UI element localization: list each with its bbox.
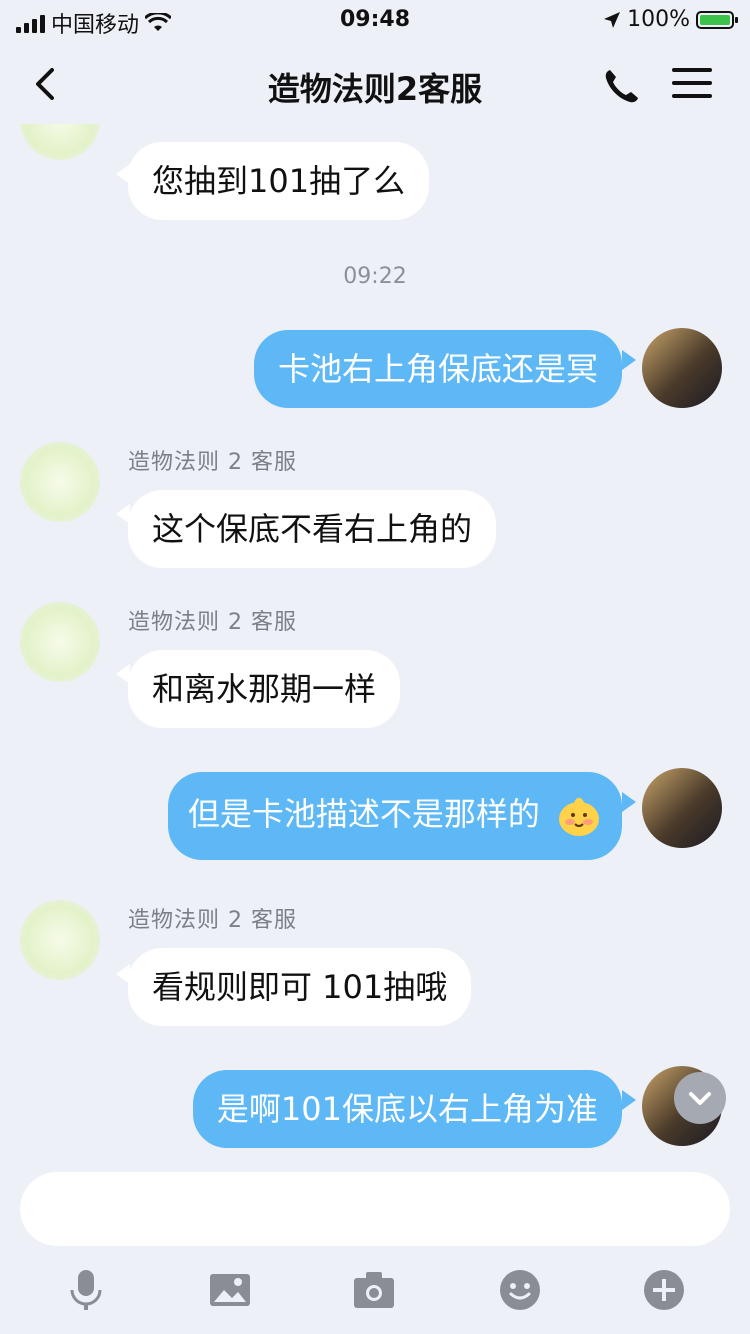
message-bubble[interactable]: 和离水那期一样 — [128, 650, 401, 729]
message-bubble[interactable]: 是啊101保底以右上角为准 — [192, 1070, 622, 1149]
message-text: 这个保底不看右上角的 — [152, 510, 473, 548]
camera-icon[interactable] — [350, 1266, 398, 1314]
message-input[interactable] — [20, 1172, 730, 1246]
message-bubble[interactable]: 但是卡池描述不是那样的 — [167, 772, 622, 860]
location-arrow-icon — [604, 11, 621, 28]
user-avatar[interactable] — [642, 328, 722, 408]
battery-percent: 100% — [627, 7, 690, 32]
image-icon[interactable] — [206, 1266, 254, 1314]
status-bar: 中国移动 09:48 100% — [0, 0, 750, 40]
message-text: 卡池右上角保底还是冥 — [277, 350, 598, 388]
plus-icon[interactable] — [640, 1266, 688, 1314]
message-text: 看规则即可 101抽哦 — [152, 968, 448, 1006]
chevron-down-icon — [689, 1092, 711, 1105]
nav-bar: 造物法则2客服 — [0, 44, 750, 124]
microphone-icon[interactable] — [62, 1266, 110, 1314]
user-avatar[interactable] — [642, 768, 722, 848]
cs-avatar[interactable] — [20, 602, 100, 682]
message-text: 和离水那期一样 — [152, 670, 377, 708]
sender-name: 造物法则 2 客服 — [128, 450, 297, 475]
sender-name: 造物法则 2 客服 — [128, 908, 297, 933]
menu-icon[interactable] — [672, 68, 712, 102]
input-bar — [0, 1156, 750, 1334]
scroll-to-bottom-button[interactable] — [674, 1072, 726, 1124]
cs-avatar[interactable] — [20, 442, 100, 522]
phone-icon[interactable] — [600, 64, 644, 108]
cs-avatar[interactable] — [20, 900, 100, 980]
battery-charging-icon — [696, 10, 738, 29]
timestamp: 09:22 — [343, 264, 407, 289]
chat-area[interactable]: 您抽到101抽了么 09:22 卡池右上角保底还是冥 造物法则 2 客服 这个保… — [0, 124, 750, 1154]
sender-name: 造物法则 2 客服 — [128, 610, 297, 635]
message-text: 但是卡池描述不是那样的 — [187, 795, 540, 833]
message-text: 是啊101保底以右上角为准 — [216, 1090, 598, 1128]
message-bubble[interactable]: 看规则即可 101抽哦 — [128, 948, 472, 1027]
emoji-icon[interactable] — [496, 1266, 544, 1314]
message-bubble[interactable]: 您抽到101抽了么 — [128, 142, 430, 221]
message-bubble[interactable]: 卡池右上角保底还是冥 — [253, 330, 622, 409]
message-bubble[interactable]: 这个保底不看右上角的 — [128, 490, 497, 569]
smiling-blush-emoji-icon — [559, 797, 599, 836]
cs-avatar[interactable] — [20, 124, 100, 160]
message-text: 您抽到101抽了么 — [152, 162, 406, 200]
